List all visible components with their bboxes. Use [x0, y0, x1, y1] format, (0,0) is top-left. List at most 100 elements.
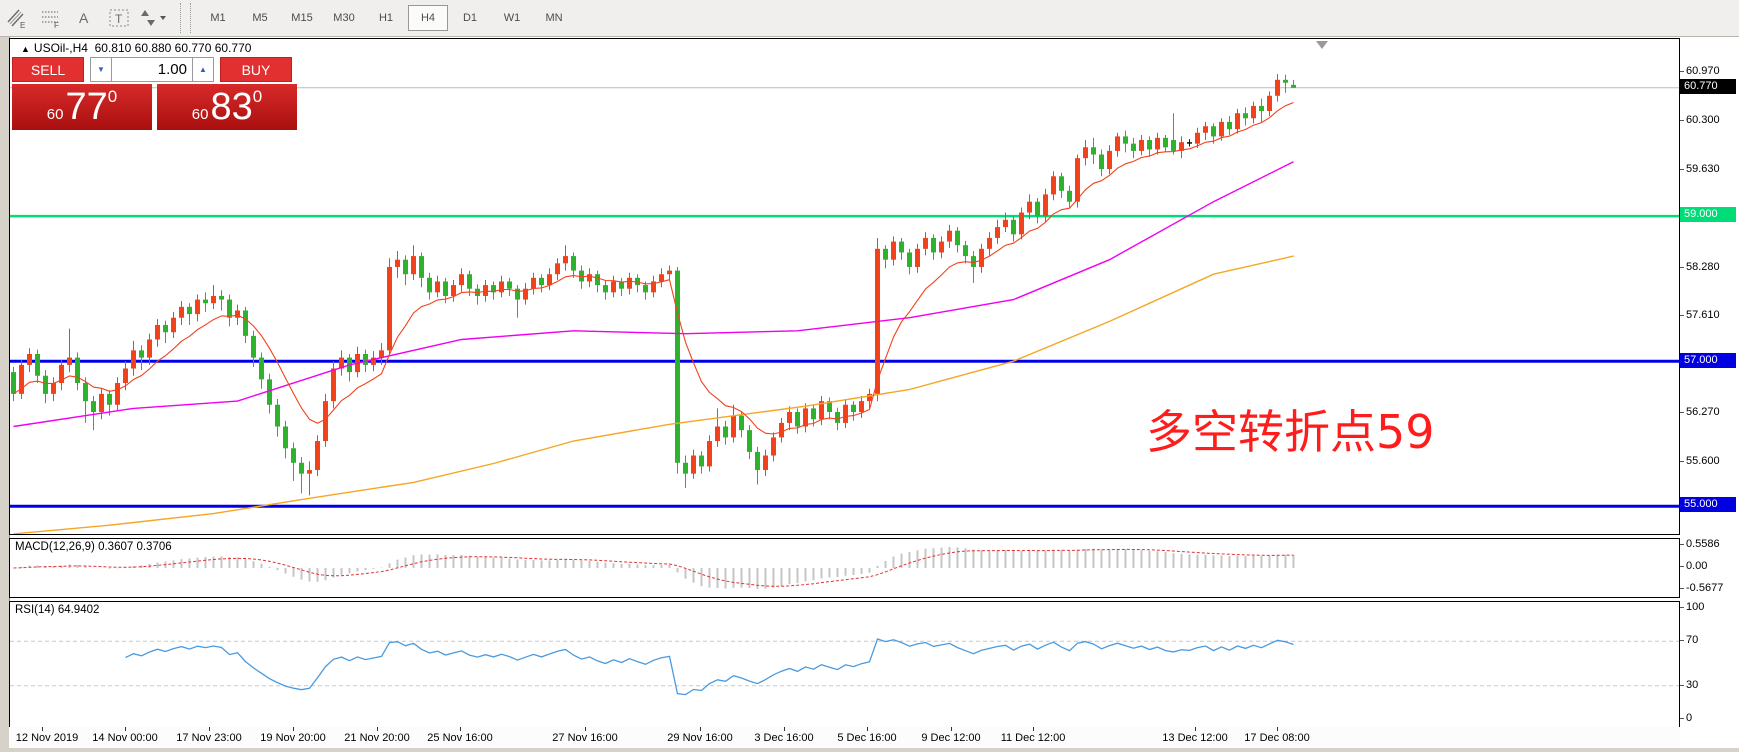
candle-body [1131, 144, 1136, 151]
candle-body [1139, 140, 1144, 151]
candle-body [115, 383, 120, 405]
time-tick [1277, 727, 1278, 731]
one-click-trading-panel: SELL ▼ ▲ BUY 60770 60830 [12, 57, 298, 130]
sell-button[interactable]: SELL [12, 57, 84, 82]
candle-body [395, 260, 400, 267]
ohlc-readout: 60.810 60.880 60.770 60.770 [95, 41, 252, 55]
candle-body [891, 242, 896, 260]
candle-body [723, 427, 728, 438]
candle-body [739, 416, 744, 431]
time-tick [209, 727, 210, 731]
candle-body [267, 379, 272, 404]
candle-body [1235, 113, 1240, 129]
price-level-box-59.000: 59.000 [1680, 207, 1736, 222]
candle-body [659, 274, 664, 281]
macd-panel[interactable]: MACD(12,26,9) 0.3607 0.3706 [9, 538, 1680, 598]
candle-body [451, 285, 456, 296]
candle-body [1195, 133, 1200, 144]
arrow-tools-icon[interactable] [138, 5, 168, 31]
chart-shift-marker-icon[interactable] [1316, 41, 1328, 49]
text-label-icon[interactable]: T [104, 5, 134, 31]
candle-body [483, 285, 488, 296]
time-label: 19 Nov 20:00 [260, 732, 325, 744]
price-level-box-55.000: 55.000 [1680, 497, 1736, 512]
candle-body [1043, 194, 1048, 216]
buy-price-panel[interactable]: 60830 [157, 84, 297, 130]
timeframe-button-h1[interactable]: H1 [366, 5, 406, 31]
candle-body [915, 249, 920, 267]
price-tick-60.300: 60.300 [1680, 114, 1720, 126]
candle-body [547, 274, 552, 285]
volume-input[interactable] [112, 57, 192, 82]
time-label: 21 Nov 20:00 [344, 732, 409, 744]
toolbar-separator [180, 3, 191, 33]
candle-body [1011, 220, 1016, 235]
equidistant-channel-icon[interactable]: E [2, 5, 32, 31]
candle-body [83, 383, 88, 401]
volume-decrease-button[interactable]: ▼ [90, 57, 112, 82]
text-icon[interactable]: A [70, 5, 100, 31]
candle-body [1219, 122, 1224, 137]
timeframe-button-w1[interactable]: W1 [492, 5, 532, 31]
candle-body [675, 271, 680, 463]
candle-body [203, 300, 208, 304]
candle-body [443, 281, 448, 296]
sell-price-main: 77 [65, 88, 107, 126]
candle-body [859, 401, 864, 412]
candle-body [155, 325, 160, 340]
time-tick [460, 727, 461, 731]
bottom-strip [0, 748, 1739, 752]
timeframe-button-m1[interactable]: M1 [198, 5, 238, 31]
volume-increase-button[interactable]: ▲ [192, 57, 214, 82]
candle-body [171, 318, 176, 333]
rsi-panel[interactable]: RSI(14) 64.9402 [9, 601, 1680, 728]
timeframe-button-d1[interactable]: D1 [450, 5, 490, 31]
time-tick [867, 727, 868, 731]
buy-button[interactable]: BUY [220, 57, 292, 82]
timeframe-toolbar: M1M5M15M30H1H4D1W1MN [197, 5, 575, 31]
candle-body [187, 307, 192, 314]
candle-body [1051, 176, 1056, 194]
candle-body [1067, 191, 1072, 202]
candle-body [667, 271, 672, 275]
macd-chart[interactable] [10, 539, 1679, 597]
candle-body [387, 267, 392, 350]
candle-body [275, 405, 280, 427]
candle-body [403, 260, 408, 275]
time-label: 17 Dec 08:00 [1244, 732, 1309, 744]
rsi-chart[interactable] [10, 602, 1679, 727]
sell-price-sup: 0 [108, 87, 117, 107]
toolbar: E F A T M1M5M15M30H1H4D1W1MN [0, 0, 1739, 37]
candle-body [1203, 126, 1208, 133]
candle-body [811, 408, 816, 419]
candle-body [715, 427, 720, 442]
candle-body [747, 430, 752, 452]
timeframe-button-h4[interactable]: H4 [408, 5, 448, 31]
timeframe-button-m15[interactable]: M15 [282, 5, 322, 31]
svg-text:A: A [79, 10, 89, 26]
symbol-label: USOil-,H4 [34, 41, 88, 55]
rsi-tick-70: 70 [1680, 634, 1698, 646]
timeframe-button-mn[interactable]: MN [534, 5, 574, 31]
candle-body [555, 263, 560, 274]
price-level-box-60.770: 60.770 [1680, 79, 1736, 94]
candle-body [699, 456, 704, 467]
sell-price-panel[interactable]: 60770 [12, 84, 152, 130]
timeframe-button-m30[interactable]: M30 [324, 5, 364, 31]
candle-body [75, 358, 80, 383]
candle-body [315, 441, 320, 470]
price-tick-56.270: 56.270 [1680, 406, 1720, 418]
time-label: 11 Dec 12:00 [1001, 732, 1066, 744]
chart-header: ▲USOil-,H4 60.810 60.880 60.770 60.770 [21, 41, 251, 55]
time-label: 17 Nov 23:00 [176, 732, 241, 744]
timeframe-button-m5[interactable]: M5 [240, 5, 280, 31]
time-tick [951, 727, 952, 731]
candle-body [67, 358, 72, 365]
candle-body [539, 278, 544, 285]
candle-body [611, 281, 616, 292]
time-label: 5 Dec 16:00 [837, 732, 896, 744]
price-tick-60.970: 60.970 [1680, 65, 1720, 77]
fibonacci-icon[interactable]: F [36, 5, 66, 31]
time-label: 25 Nov 16:00 [427, 732, 492, 744]
candle-body [787, 412, 792, 423]
